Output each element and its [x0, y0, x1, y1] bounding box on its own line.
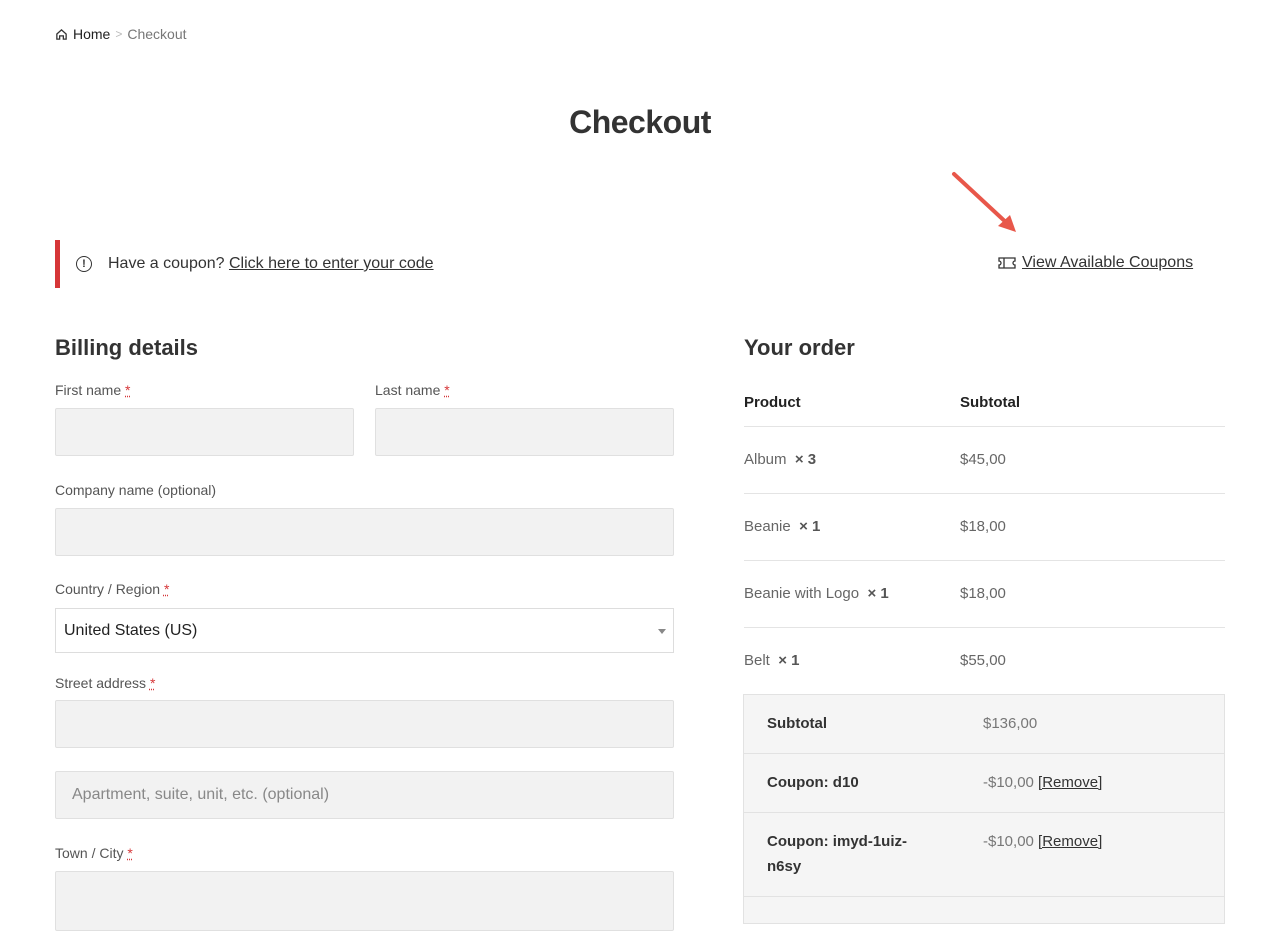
- billing-title: Billing details: [55, 335, 199, 360]
- last-name-label: Last name *: [375, 382, 450, 398]
- remove-coupon-link[interactable]: [Remove]: [1038, 774, 1102, 791]
- first-name-label: First name *: [55, 382, 131, 398]
- divider: [744, 560, 1225, 561]
- col-product: Product: [744, 394, 801, 411]
- order-title: Your order: [744, 335, 855, 360]
- country-select[interactable]: United States (US): [55, 608, 674, 653]
- page-title: Checkout: [569, 104, 711, 140]
- info-icon: !: [76, 256, 92, 272]
- country-label: Country / Region *: [55, 581, 170, 597]
- ticket-icon: [998, 257, 1016, 269]
- first-name-input[interactable]: [55, 408, 354, 456]
- company-input[interactable]: [55, 508, 674, 556]
- divider: [744, 493, 1225, 494]
- town-label: Town / City *: [55, 845, 133, 861]
- annotation-arrow-icon: [952, 172, 1016, 232]
- coupon-value: -$10,00: [983, 833, 1034, 850]
- coupon-label: Coupon: d10: [767, 774, 859, 791]
- dropdown-caret-icon: [658, 629, 666, 634]
- last-name-input[interactable]: [375, 408, 674, 456]
- subtotal-row: Subtotal $136,00: [744, 695, 1224, 754]
- view-coupons-link[interactable]: View Available Coupons: [1022, 254, 1193, 272]
- order-item-subtotal: $18,00: [960, 518, 1006, 535]
- order-item-name: Album × 3: [744, 451, 817, 468]
- coupon-row: Coupon: imyd-1uiz-n6sy -$10,00 [Remove]: [744, 813, 1224, 897]
- coupon-value: -$10,00: [983, 774, 1034, 791]
- order-item-name: Beanie × 1: [744, 518, 821, 535]
- order-item-name: Beanie with Logo × 1: [744, 585, 889, 602]
- order-item-subtotal: $18,00: [960, 585, 1006, 602]
- breadcrumb-home-link[interactable]: Home: [73, 26, 110, 42]
- view-coupons[interactable]: View Available Coupons: [998, 254, 1193, 272]
- order-totals: Subtotal $136,00 Coupon: d10 -$10,00 [Re…: [743, 694, 1225, 924]
- remove-coupon-link[interactable]: [Remove]: [1038, 833, 1102, 850]
- breadcrumb: Home > Checkout: [55, 26, 187, 42]
- apartment-input[interactable]: Apartment, suite, unit, etc. (optional): [55, 771, 674, 819]
- subtotal-label: Subtotal: [767, 715, 827, 732]
- subtotal-value: $136,00: [983, 715, 1038, 732]
- divider: [744, 426, 1225, 427]
- coupon-notice-text: Have a coupon?: [108, 255, 225, 272]
- street-input[interactable]: [55, 700, 674, 748]
- coupon-row: Coupon: d10 -$10,00 [Remove]: [744, 754, 1224, 813]
- coupon-label: Coupon: imyd-1uiz-n6sy: [767, 833, 907, 875]
- order-item-subtotal: $45,00: [960, 451, 1006, 468]
- street-label: Street address *: [55, 675, 156, 691]
- enter-coupon-link[interactable]: Click here to enter your code: [229, 255, 434, 273]
- breadcrumb-current: Checkout: [127, 26, 187, 42]
- company-label: Company name (optional): [55, 482, 217, 498]
- order-item-subtotal: $55,00: [960, 652, 1006, 669]
- col-subtotal: Subtotal: [960, 394, 1020, 411]
- order-item-name: Belt × 1: [744, 652, 800, 669]
- country-value: United States (US): [64, 621, 198, 639]
- divider: [744, 627, 1225, 628]
- breadcrumb-separator: >: [115, 27, 123, 41]
- home-icon: [56, 28, 67, 40]
- town-input[interactable]: [55, 871, 674, 931]
